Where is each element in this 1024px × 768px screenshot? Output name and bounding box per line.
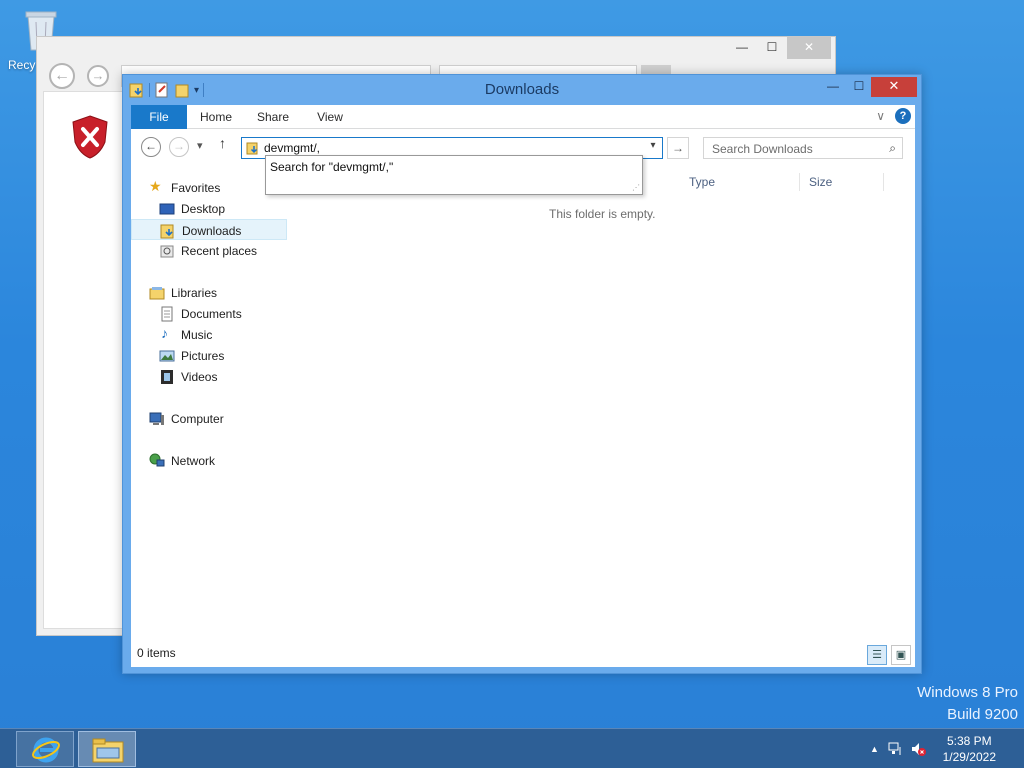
search-icon[interactable]: ⌕: [889, 141, 896, 156]
minimize-button[interactable]: —: [819, 77, 847, 97]
details-view-button[interactable]: ☰: [867, 645, 887, 665]
resize-grip-icon[interactable]: ⋰: [632, 184, 640, 192]
nav-pictures-label: Pictures: [181, 349, 225, 363]
explorer-body: ← → ▾ ↑ devmgmt/, ▾ → Search Downloads ⌕…: [131, 129, 915, 667]
nav-desktop-label: Desktop: [181, 202, 226, 216]
search-placeholder: Search Downloads: [712, 142, 813, 156]
go-button[interactable]: →: [667, 137, 689, 159]
nav-desktop[interactable]: Desktop: [131, 198, 287, 219]
ie-maximize-button[interactable]: ☐: [757, 37, 787, 59]
nav-network-label: Network: [171, 454, 216, 468]
libraries-icon: [149, 287, 165, 300]
internet-explorer-icon: [32, 737, 60, 763]
ie-forward-icon[interactable]: →: [87, 65, 109, 87]
column-divider[interactable]: [883, 173, 884, 191]
nav-videos[interactable]: Videos: [131, 366, 287, 387]
network-status-icon[interactable]: [888, 741, 904, 757]
clock[interactable]: 5:38 PM 1/29/2022: [943, 733, 996, 765]
taskbar: ▲ 5:38 PM 1/29/2022: [0, 728, 1024, 768]
navigation-row: ← → ▾ ↑ devmgmt/, ▾ → Search Downloads ⌕…: [131, 129, 915, 195]
recycle-bin-label: Recy: [8, 58, 36, 72]
nav-recent-places-label: Recent places: [181, 244, 258, 258]
volume-muted-icon[interactable]: [910, 741, 926, 757]
nav-pictures[interactable]: Pictures: [131, 345, 287, 366]
up-button[interactable]: ↑: [219, 135, 226, 151]
close-button[interactable]: ✕: [871, 77, 917, 97]
ribbon-tabs: File Home Share View ∨ ?: [131, 105, 915, 129]
back-button[interactable]: ←: [141, 137, 161, 157]
column-type[interactable]: Type: [689, 175, 715, 189]
nav-music[interactable]: ♪ Music: [131, 324, 287, 345]
address-dropdown-icon[interactable]: ▾: [646, 140, 660, 151]
large-icons-view-button[interactable]: ▣: [891, 645, 911, 665]
window-title: Downloads: [484, 81, 560, 98]
column-size[interactable]: Size: [809, 175, 832, 189]
recent-locations-button[interactable]: ▾: [197, 139, 203, 152]
downloads-folder-icon: [160, 224, 174, 239]
ribbon-controls: ∨ ?: [876, 108, 911, 124]
nav-libraries[interactable]: Libraries: [131, 282, 287, 303]
maximize-button[interactable]: ☐: [845, 77, 873, 97]
nav-libraries-label: Libraries: [171, 286, 218, 300]
nav-videos-label: Videos: [181, 370, 218, 384]
watermark-build: Build 9200: [947, 706, 1018, 723]
nav-computer[interactable]: Computer: [131, 408, 287, 429]
nav-documents[interactable]: Documents: [131, 303, 287, 324]
videos-icon: [161, 370, 173, 384]
ie-close-button[interactable]: ✕: [787, 37, 831, 59]
address-suggestion-dropdown: Search for "devmgmt/," ⋰: [265, 155, 643, 195]
forward-button[interactable]: →: [169, 137, 189, 157]
file-explorer-icon: [92, 738, 124, 763]
tab-share[interactable]: Share: [249, 105, 297, 129]
nav-favorites-label: Favorites: [171, 181, 221, 195]
ie-back-icon[interactable]: ←: [49, 63, 75, 89]
nav-recent-places[interactable]: Recent places: [131, 240, 287, 261]
help-icon[interactable]: ?: [895, 108, 911, 124]
search-suggestion-item[interactable]: Search for "devmgmt/,": [270, 160, 393, 174]
music-icon: ♪: [161, 325, 168, 341]
nav-music-label: Music: [181, 328, 213, 342]
navigation-pane: ★ Favorites Desktop Downloads Recent pla…: [131, 167, 291, 627]
nav-network[interactable]: Network: [131, 450, 287, 471]
documents-icon: [161, 306, 173, 322]
recent-places-icon: [160, 245, 174, 258]
taskbar-file-explorer[interactable]: [78, 731, 136, 767]
system-tray: ▲ 5:38 PM 1/29/2022: [864, 729, 1024, 768]
tab-file[interactable]: File: [131, 105, 187, 129]
item-count: 0 items: [137, 646, 176, 660]
expand-ribbon-icon[interactable]: ∨: [876, 109, 885, 123]
column-headers: Type Size: [687, 171, 887, 193]
network-icon: [149, 453, 165, 467]
os-watermark: Windows 8 Pro Build 9200: [917, 682, 1018, 726]
empty-folder-message: This folder is empty.: [549, 207, 656, 221]
nav-documents-label: Documents: [181, 307, 242, 321]
clock-date: 1/29/2022: [942, 750, 996, 764]
folder-download-icon: [246, 142, 258, 155]
tab-home[interactable]: Home: [193, 105, 239, 129]
nav-downloads-label: Downloads: [182, 224, 242, 238]
computer-icon: [149, 412, 164, 425]
nav-favorites[interactable]: ★ Favorites: [131, 177, 287, 198]
show-hidden-icons-icon[interactable]: ▲: [870, 744, 879, 754]
explorer-title-bar[interactable]: ▾ Downloads — ☐ ✕: [123, 75, 921, 103]
nav-downloads[interactable]: Downloads: [131, 219, 287, 240]
pictures-icon: [159, 350, 175, 362]
security-error-shield-icon: [72, 115, 108, 159]
watermark-edition: Windows 8 Pro: [917, 684, 1018, 701]
address-input[interactable]: devmgmt/,: [264, 141, 320, 155]
search-box[interactable]: Search Downloads ⌕: [703, 137, 903, 159]
desktop-icon: [159, 203, 175, 215]
nav-computer-label: Computer: [171, 412, 224, 426]
status-bar: 0 items ☰ ▣: [131, 641, 915, 667]
column-divider[interactable]: [799, 173, 800, 191]
star-icon: ★: [149, 178, 162, 194]
explorer-window[interactable]: ▾ Downloads — ☐ ✕ File Home Share View ∨…: [122, 74, 922, 674]
tab-view[interactable]: View: [307, 105, 353, 129]
taskbar-internet-explorer[interactable]: [16, 731, 74, 767]
ie-title-bar[interactable]: — ☐ ✕: [37, 37, 835, 59]
clock-time: 5:38 PM: [946, 734, 992, 748]
ie-minimize-button[interactable]: —: [727, 37, 757, 59]
